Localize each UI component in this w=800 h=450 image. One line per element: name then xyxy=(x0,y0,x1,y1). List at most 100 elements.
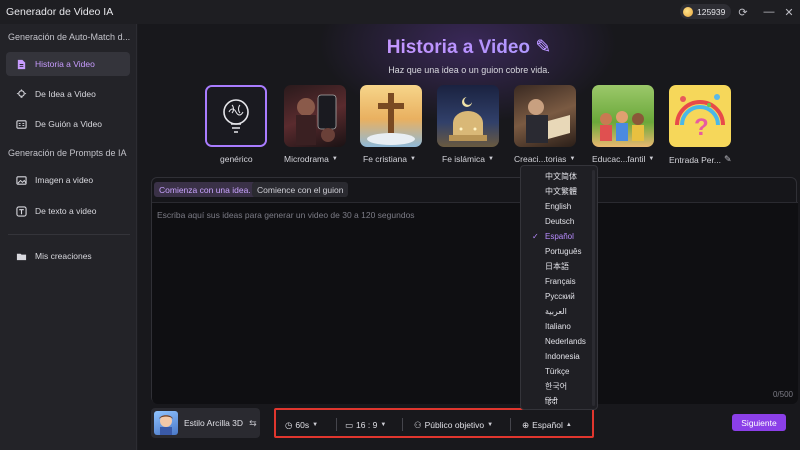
page-title: Historia a Video ✎ xyxy=(138,36,800,59)
language-option[interactable]: Nederlands xyxy=(521,335,599,349)
language-option[interactable]: Indonesia xyxy=(521,350,599,364)
minimize-icon[interactable]: — xyxy=(760,3,778,21)
mosque-icon xyxy=(449,97,487,141)
category-label-microdrama[interactable]: Microdrama ▼ xyxy=(284,154,338,164)
category-label-text: Educac...fantil xyxy=(592,154,646,164)
language-option[interactable]: Türkçe xyxy=(521,365,599,379)
language-option-label: 한국어 xyxy=(545,382,568,391)
tab-start-with-idea[interactable]: Comienza con una idea. xyxy=(154,182,256,197)
language-dropdown: 中文简体 中文繁體 English Deutsch ✓ Español Português 日… xyxy=(520,165,598,410)
category-label-text: Creaci...torias xyxy=(514,154,567,164)
script-icon xyxy=(16,119,27,129)
category-label-children-education[interactable]: Educac...fantil ▼ xyxy=(592,154,654,164)
style-selector[interactable]: Estilo Arcilla 3D ⇆ xyxy=(151,408,260,438)
category-card-children-education[interactable] xyxy=(592,85,654,147)
caret-down-icon: ▼ xyxy=(487,156,494,162)
language-option[interactable]: Deutsch xyxy=(521,215,599,229)
language-option[interactable]: हिंदी xyxy=(521,395,599,409)
category-label-text: Microdrama xyxy=(284,154,329,164)
close-icon[interactable]: ✕ xyxy=(780,3,798,21)
magic-wand-icon: ✎ xyxy=(535,37,552,58)
page-subtitle: Haz que una idea o un guion cobre vida. xyxy=(388,65,550,75)
caret-up-icon: ▲ xyxy=(565,422,572,428)
toolbar-separator xyxy=(336,418,337,431)
language-option-label: Indonesia xyxy=(545,352,580,361)
category-card-generic[interactable] xyxy=(205,85,267,147)
window-title: Generador de Video IA xyxy=(6,6,114,18)
swap-icon[interactable]: ⇆ xyxy=(249,418,257,429)
toolbar-separator xyxy=(402,418,403,431)
language-option[interactable]: 中文简体 xyxy=(521,170,599,184)
language-option[interactable]: ✓ Español xyxy=(521,230,599,244)
toolbar-separator xyxy=(510,418,511,431)
category-label-text: Fe islámica xyxy=(442,154,485,164)
language-value: Español xyxy=(532,420,563,430)
edit-icon[interactable]: ✎ xyxy=(724,154,732,165)
aspect-ratio-select[interactable]: ▭ 16 : 9 ▼ xyxy=(345,418,386,432)
language-option-label: Português xyxy=(545,247,582,256)
coin-icon xyxy=(683,6,693,17)
sidebar-item-image-to-video[interactable]: Imagen a video xyxy=(6,168,130,192)
language-option[interactable]: 中文繁體 xyxy=(521,185,599,199)
tab-start-with-script[interactable]: Comience con el guion xyxy=(252,182,349,197)
language-option[interactable]: Italiano xyxy=(521,320,599,334)
language-option[interactable]: 日本語 xyxy=(521,260,599,274)
language-option[interactable]: العربية xyxy=(521,305,599,319)
lightbulb-icon xyxy=(16,88,27,98)
language-option[interactable]: Português xyxy=(521,245,599,259)
checkmark-icon: ✓ xyxy=(532,232,539,241)
aspect-ratio-value: 16 : 9 xyxy=(356,420,378,430)
category-card-story-creation[interactable] xyxy=(514,85,576,147)
category-label-islamic[interactable]: Fe islámica ▼ xyxy=(442,154,494,164)
audience-select[interactable]: ⚇ Público objetivo ▼ xyxy=(414,418,493,432)
question-rainbow-icon: ? xyxy=(675,94,725,141)
globe-icon: ⊕ xyxy=(522,419,530,430)
category-label-text: genérico xyxy=(220,154,253,164)
title-bar: Generador de Video IA 125939 ⟳ — ✕ xyxy=(0,0,800,24)
svg-text:?: ? xyxy=(694,114,709,141)
style-avatar xyxy=(154,411,178,435)
file-icon xyxy=(17,59,26,69)
children-thumbnail xyxy=(600,111,644,141)
microdrama-thumbnail xyxy=(296,94,337,145)
sidebar-item-label: Imagen a video xyxy=(35,175,94,185)
caret-down-icon: ▼ xyxy=(331,156,338,162)
next-button[interactable]: Siguiente xyxy=(732,414,786,431)
duration-select[interactable]: ◷ 60s ▼ xyxy=(285,418,318,432)
aspect-ratio-icon: ▭ xyxy=(345,419,354,430)
language-option[interactable]: English xyxy=(521,200,599,214)
character-counter: 0/500 xyxy=(772,390,793,399)
sidebar-item-label: Historia a Video xyxy=(35,59,95,69)
caret-down-icon: ▼ xyxy=(569,156,576,162)
category-label-story-creation[interactable]: Creaci...torias ▼ xyxy=(514,154,575,164)
sidebar-item-story-to-video[interactable]: Historia a Video xyxy=(6,52,130,76)
style-name: Estilo Arcilla 3D xyxy=(184,418,244,428)
category-label-custom-entry[interactable]: Entrada Per... ✎ xyxy=(669,154,732,165)
language-option[interactable]: 한국어 xyxy=(521,380,599,394)
refresh-icon[interactable]: ⟳ xyxy=(734,3,752,21)
dropdown-scrollbar[interactable] xyxy=(592,170,595,406)
language-option-label: Italiano xyxy=(545,322,571,331)
category-card-islamic-faith[interactable] xyxy=(437,85,499,147)
category-card-custom-entry[interactable]: ? xyxy=(669,85,731,147)
language-option-label: 日本語 xyxy=(545,262,569,271)
brain-bulb-icon xyxy=(207,87,265,145)
language-select[interactable]: ⊕ Español ▲ xyxy=(522,418,572,432)
idea-textarea[interactable]: Escriba aquí sus ideas para generar un v… xyxy=(152,202,798,404)
coin-balance[interactable]: 125939 xyxy=(680,4,732,19)
text-icon xyxy=(16,205,27,217)
category-label-christian[interactable]: Fe cristiana ▼ xyxy=(363,154,416,164)
caret-down-icon: ▼ xyxy=(487,422,494,428)
sidebar-item-script-to-video[interactable]: De Guión a Video xyxy=(6,112,130,136)
language-option-label: English xyxy=(545,202,572,211)
language-option[interactable]: Русский xyxy=(521,290,599,304)
language-option[interactable]: Français xyxy=(521,275,599,289)
sidebar-item-label: De texto a video xyxy=(35,206,97,216)
sidebar-item-my-creations[interactable]: Mis creaciones xyxy=(6,244,130,268)
category-card-christian-faith[interactable] xyxy=(360,85,422,147)
category-card-microdrama[interactable] xyxy=(284,85,346,147)
sidebar-item-idea-to-video[interactable]: De Idea a Video xyxy=(6,82,130,106)
caret-down-icon: ▼ xyxy=(312,422,319,428)
sidebar-item-text-to-video[interactable]: De texto a video xyxy=(6,199,130,223)
language-option-label: हिंदी xyxy=(545,397,558,406)
